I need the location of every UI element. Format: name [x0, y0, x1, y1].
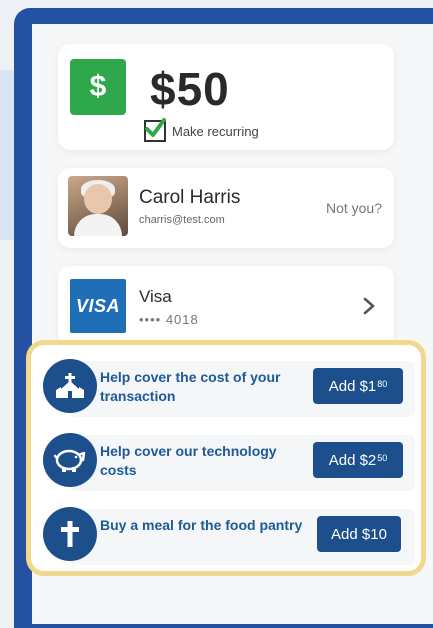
dollar-glyph: $	[89, 70, 107, 103]
donor-email: charris@test.com	[139, 214, 225, 226]
amount-card: $ $50 Make recurring	[58, 44, 394, 150]
dollar-sign-icon: $	[70, 59, 126, 115]
church-icon	[43, 359, 97, 413]
avatar	[68, 176, 128, 236]
chevron-right-icon[interactable]	[362, 296, 376, 316]
recurring-checkbox[interactable]	[144, 118, 166, 142]
addon-row-transaction: Help cover the cost of your transaction …	[43, 359, 415, 419]
recurring-label: Make recurring	[172, 123, 259, 139]
cross-icon	[43, 507, 97, 561]
not-you-link[interactable]: Not you?	[326, 200, 382, 216]
addon-options: Help cover the cost of your transaction …	[26, 340, 426, 576]
payment-method-card[interactable]: VISA Visa •••• 4018	[58, 266, 394, 346]
add-10-button[interactable]: Add $10	[317, 516, 401, 552]
add-250-button[interactable]: Add $2 50	[313, 442, 403, 478]
donor-card: Carol Harris charris@test.com Not you?	[58, 168, 394, 248]
card-brand: Visa	[139, 287, 172, 306]
addon-row-food-pantry: Buy a meal for the food pantry Add $10	[43, 507, 415, 567]
card-number: •••• 4018	[139, 312, 199, 327]
addon-text-food-pantry: Buy a meal for the food pantry	[100, 517, 303, 533]
visa-logo: VISA	[70, 279, 126, 333]
addon-row-technology: Help cover our technology costs Add $2 50	[43, 433, 415, 493]
piggy-bank-icon	[43, 433, 97, 487]
donation-amount[interactable]: $50	[150, 62, 230, 116]
add-180-button[interactable]: Add $1 80	[313, 368, 403, 404]
checkmark-icon	[145, 118, 166, 137]
addon-text-transaction: Help cover the cost of your transaction	[100, 369, 281, 404]
make-recurring-toggle[interactable]: Make recurring	[144, 118, 259, 142]
donor-name: Carol Harris	[139, 187, 241, 208]
addon-text-technology: Help cover our technology costs	[100, 443, 277, 478]
visa-logo-text: VISA	[75, 295, 120, 316]
